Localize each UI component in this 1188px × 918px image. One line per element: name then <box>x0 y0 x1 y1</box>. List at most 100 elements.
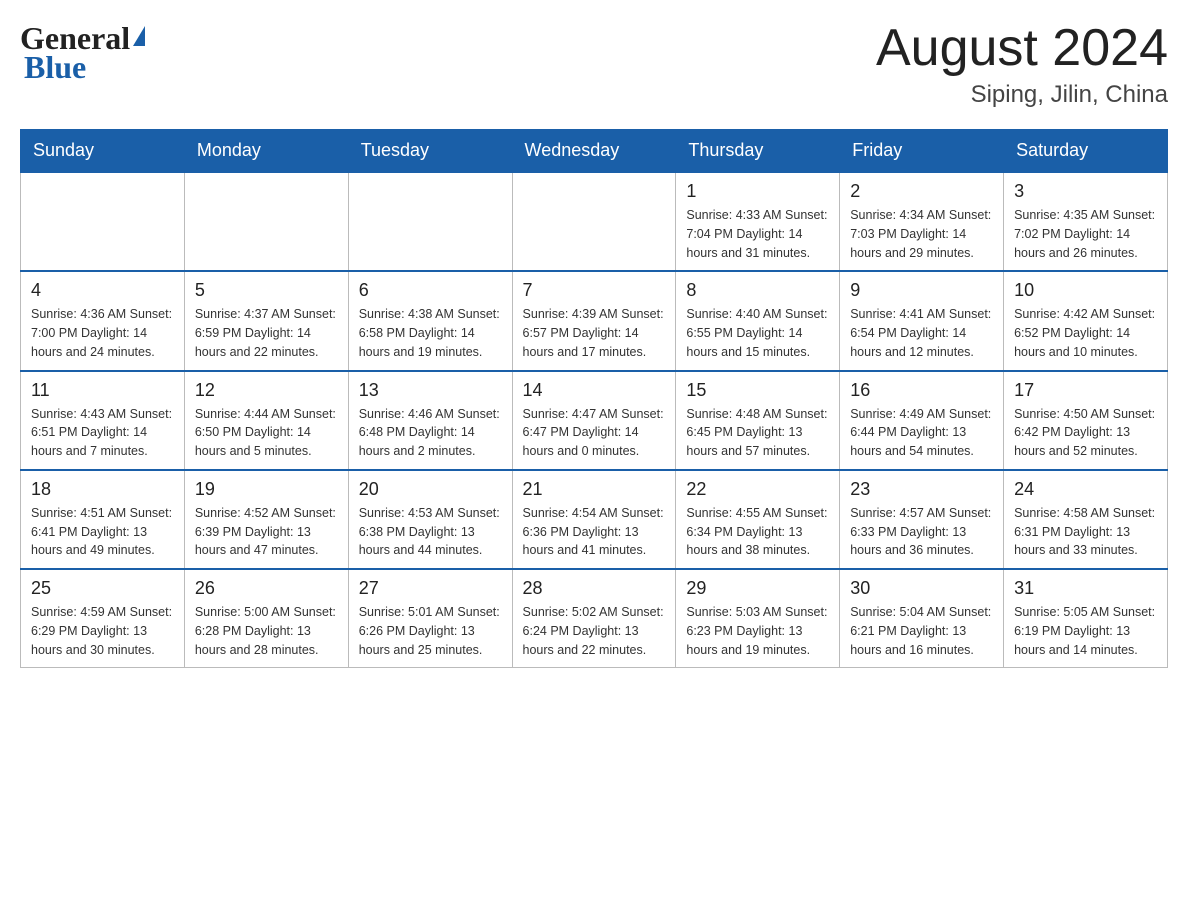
calendar-cell: 13Sunrise: 4:46 AM Sunset: 6:48 PM Dayli… <box>348 371 512 470</box>
day-info: Sunrise: 4:38 AM Sunset: 6:58 PM Dayligh… <box>359 305 502 361</box>
calendar-cell: 16 Sunrise: 4:49 AM Sunset: 6:44 PM Dayli… <box>840 371 1004 470</box>
day-number: 26 <box>195 578 338 599</box>
day-number: 8 <box>686 280 829 301</box>
week-row-2: 4 Sunrise: 4:36 AM Sunset: 7:00 PM Daylig… <box>21 271 1168 370</box>
day-number: 9 <box>850 280 993 301</box>
column-header-saturday: Saturday <box>1004 130 1168 173</box>
day-number: 28 <box>523 578 666 599</box>
day-info: Sunrise: 4:59 AM Sunset: 6:29 PM Dayligh… <box>31 603 174 659</box>
day-number: 22 <box>686 479 829 500</box>
title-block: August 2024 Siping, Jilin, China <box>876 20 1168 109</box>
day-info: Sunrise: 4:47 AM Sunset: 6:47 PM Dayligh… <box>523 405 666 461</box>
day-info: Sunrise: 4:42 AM Sunset: 6:52 PM Dayligh… <box>1014 305 1157 361</box>
column-header-thursday: Thursday <box>676 130 840 173</box>
calendar-cell: 23 Sunrise: 4:57 AM Sunset: 6:33 PM Dayli… <box>840 470 1004 569</box>
column-header-wednesday: Wednesday <box>512 130 676 173</box>
day-info: Sunrise: 4:57 AM Sunset: 6:33 PM Dayligh… <box>850 504 993 560</box>
calendar-cell: 7 Sunrise: 4:39 AM Sunset: 6:57 PM Daylig… <box>512 271 676 370</box>
day-number: 21 <box>523 479 666 500</box>
logo: General Blue <box>20 20 145 86</box>
day-info: Sunrise: 5:05 AM Sunset: 6:19 PM Dayligh… <box>1014 603 1157 659</box>
day-number: 11 <box>31 380 174 401</box>
calendar-cell: 27 Sunrise: 5:01 AM Sunset: 6:26 PM Dayli… <box>348 569 512 668</box>
calendar-cell: 22 Sunrise: 4:55 AM Sunset: 6:34 PM Dayli… <box>676 470 840 569</box>
day-number: 10 <box>1014 280 1157 301</box>
day-number: 27 <box>359 578 502 599</box>
day-number: 12 <box>195 380 338 401</box>
day-info: Sunrise: 4:55 AM Sunset: 6:34 PM Dayligh… <box>686 504 829 560</box>
day-number: 17 <box>1014 380 1157 401</box>
day-info: Sunrise: 4:34 AM Sunset: 7:03 PM Dayligh… <box>850 206 993 262</box>
day-info: Sunrise: 4:52 AM Sunset: 6:39 PM Dayligh… <box>195 504 338 560</box>
calendar-cell: 1Sunrise: 4:33 AM Sunset: 7:04 PM Daylig… <box>676 172 840 271</box>
day-number: 24 <box>1014 479 1157 500</box>
day-info: Sunrise: 5:02 AM Sunset: 6:24 PM Dayligh… <box>523 603 666 659</box>
day-number: 14 <box>523 380 666 401</box>
calendar-cell <box>348 172 512 271</box>
calendar-cell: 12 Sunrise: 4:44 AM Sunset: 6:50 PM Dayli… <box>184 371 348 470</box>
day-number: 23 <box>850 479 993 500</box>
day-info: Sunrise: 4:40 AM Sunset: 6:55 PM Dayligh… <box>686 305 829 361</box>
day-number: 31 <box>1014 578 1157 599</box>
calendar-cell: 24Sunrise: 4:58 AM Sunset: 6:31 PM Dayli… <box>1004 470 1168 569</box>
day-number: 29 <box>686 578 829 599</box>
calendar-cell: 3Sunrise: 4:35 AM Sunset: 7:02 PM Daylig… <box>1004 172 1168 271</box>
day-number: 2 <box>850 181 993 202</box>
day-info: Sunrise: 4:41 AM Sunset: 6:54 PM Dayligh… <box>850 305 993 361</box>
day-info: Sunrise: 4:36 AM Sunset: 7:00 PM Dayligh… <box>31 305 174 361</box>
logo-triangle-icon <box>133 26 145 46</box>
day-number: 16 <box>850 380 993 401</box>
day-number: 7 <box>523 280 666 301</box>
day-number: 30 <box>850 578 993 599</box>
day-number: 6 <box>359 280 502 301</box>
calendar-cell: 31 Sunrise: 5:05 AM Sunset: 6:19 PM Dayli… <box>1004 569 1168 668</box>
calendar-cell: 15 Sunrise: 4:48 AM Sunset: 6:45 PM Dayli… <box>676 371 840 470</box>
day-info: Sunrise: 4:44 AM Sunset: 6:50 PM Dayligh… <box>195 405 338 461</box>
day-number: 3 <box>1014 181 1157 202</box>
logo-blue-text: Blue <box>24 49 86 86</box>
day-info: Sunrise: 4:51 AM Sunset: 6:41 PM Dayligh… <box>31 504 174 560</box>
day-info: Sunrise: 4:37 AM Sunset: 6:59 PM Dayligh… <box>195 305 338 361</box>
calendar-table: SundayMondayTuesdayWednesdayThursdayFrid… <box>20 129 1168 668</box>
location-title: Siping, Jilin, China <box>876 81 1168 109</box>
day-number: 25 <box>31 578 174 599</box>
day-info: Sunrise: 4:48 AM Sunset: 6:45 PM Dayligh… <box>686 405 829 461</box>
calendar-cell: 11 Sunrise: 4:43 AM Sunset: 6:51 PM Dayli… <box>21 371 185 470</box>
column-header-friday: Friday <box>840 130 1004 173</box>
day-info: Sunrise: 4:50 AM Sunset: 6:42 PM Dayligh… <box>1014 405 1157 461</box>
calendar-cell: 2 Sunrise: 4:34 AM Sunset: 7:03 PM Daylig… <box>840 172 1004 271</box>
page-header: General Blue August 2024 Siping, Jilin, … <box>20 20 1168 109</box>
calendar-cell: 26 Sunrise: 5:00 AM Sunset: 6:28 PM Dayli… <box>184 569 348 668</box>
calendar-cell: 14 Sunrise: 4:47 AM Sunset: 6:47 PM Dayli… <box>512 371 676 470</box>
calendar-cell: 4 Sunrise: 4:36 AM Sunset: 7:00 PM Daylig… <box>21 271 185 370</box>
day-number: 4 <box>31 280 174 301</box>
calendar-cell: 20Sunrise: 4:53 AM Sunset: 6:38 PM Dayli… <box>348 470 512 569</box>
day-number: 15 <box>686 380 829 401</box>
day-info: Sunrise: 5:00 AM Sunset: 6:28 PM Dayligh… <box>195 603 338 659</box>
day-info: Sunrise: 4:39 AM Sunset: 6:57 PM Dayligh… <box>523 305 666 361</box>
calendar-cell: 17 Sunrise: 4:50 AM Sunset: 6:42 PM Dayli… <box>1004 371 1168 470</box>
day-info: Sunrise: 4:49 AM Sunset: 6:44 PM Dayligh… <box>850 405 993 461</box>
week-row-5: 25 Sunrise: 4:59 AM Sunset: 6:29 PM Dayli… <box>21 569 1168 668</box>
calendar-cell: 6 Sunrise: 4:38 AM Sunset: 6:58 PM Daylig… <box>348 271 512 370</box>
month-title: August 2024 <box>876 20 1168 77</box>
day-info: Sunrise: 4:54 AM Sunset: 6:36 PM Dayligh… <box>523 504 666 560</box>
column-header-tuesday: Tuesday <box>348 130 512 173</box>
day-number: 18 <box>31 479 174 500</box>
calendar-cell: 5Sunrise: 4:37 AM Sunset: 6:59 PM Daylig… <box>184 271 348 370</box>
calendar-cell <box>184 172 348 271</box>
day-info: Sunrise: 4:46 AM Sunset: 6:48 PM Dayligh… <box>359 405 502 461</box>
column-header-sunday: Sunday <box>21 130 185 173</box>
calendar-header-row: SundayMondayTuesdayWednesdayThursdayFrid… <box>21 130 1168 173</box>
calendar-cell: 28 Sunrise: 5:02 AM Sunset: 6:24 PM Dayli… <box>512 569 676 668</box>
column-header-monday: Monday <box>184 130 348 173</box>
day-info: Sunrise: 4:43 AM Sunset: 6:51 PM Dayligh… <box>31 405 174 461</box>
day-info: Sunrise: 4:53 AM Sunset: 6:38 PM Dayligh… <box>359 504 502 560</box>
week-row-3: 11 Sunrise: 4:43 AM Sunset: 6:51 PM Dayli… <box>21 371 1168 470</box>
day-number: 1 <box>686 181 829 202</box>
calendar-cell: 30Sunrise: 5:04 AM Sunset: 6:21 PM Dayli… <box>840 569 1004 668</box>
day-number: 19 <box>195 479 338 500</box>
day-info: Sunrise: 5:01 AM Sunset: 6:26 PM Dayligh… <box>359 603 502 659</box>
week-row-1: 1Sunrise: 4:33 AM Sunset: 7:04 PM Daylig… <box>21 172 1168 271</box>
calendar-cell: 18 Sunrise: 4:51 AM Sunset: 6:41 PM Dayli… <box>21 470 185 569</box>
